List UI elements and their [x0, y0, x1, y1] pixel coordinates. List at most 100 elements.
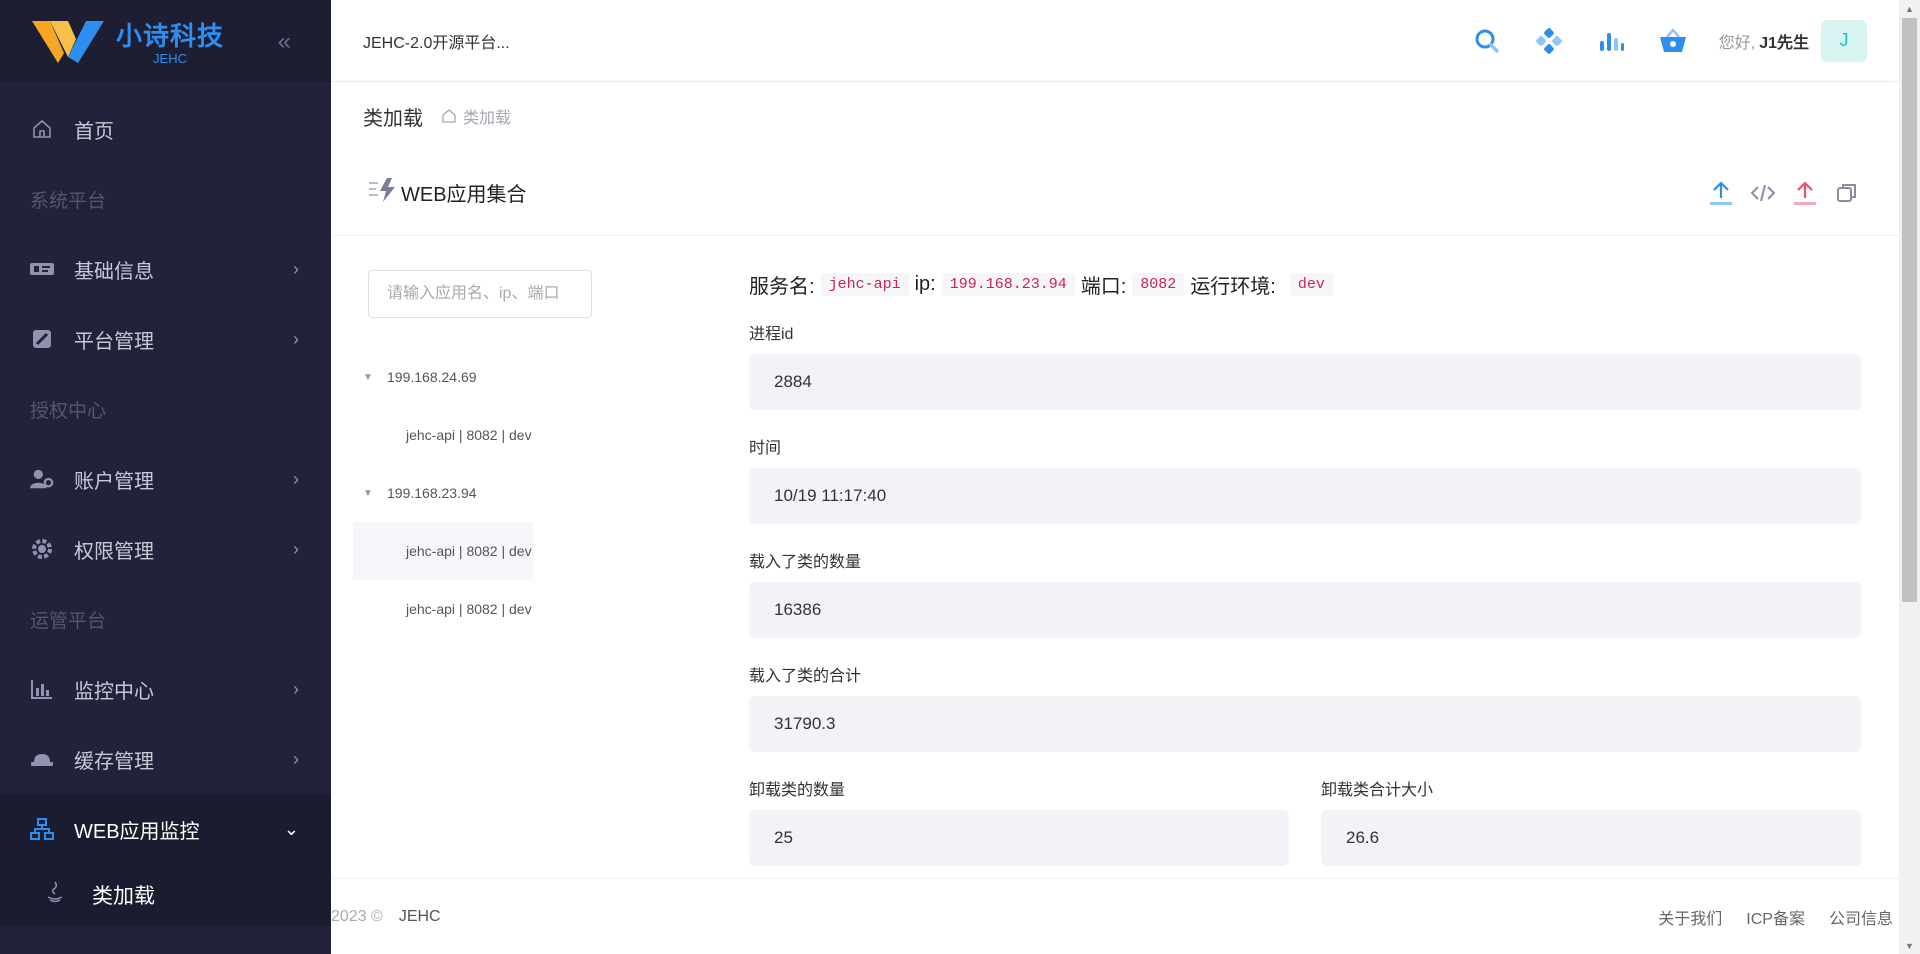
page-title: 类加载	[363, 107, 423, 130]
header-actions: 您好, J1先生 J	[1441, 19, 1867, 62]
sitemap-icon	[30, 818, 54, 840]
unloaded-count-field: 25	[749, 810, 1289, 866]
card-title: WEB应用集合	[401, 184, 527, 206]
time-label: 时间	[749, 440, 782, 457]
time-field: 10/19 11:17:40	[749, 468, 1861, 524]
tree-leaf[interactable]: jehc-api | 8082 | dev	[353, 580, 533, 638]
tools-icon	[30, 328, 54, 350]
env-label: 运行环境:	[1190, 275, 1276, 298]
breadcrumb[interactable]: 类加载	[441, 104, 511, 128]
page-scrollbar[interactable]: ▲ ▼	[1899, 0, 1920, 954]
sidebar-subitem-label: 类加载	[92, 885, 155, 908]
service-label: 服务名:	[749, 275, 815, 298]
service-value: jehc-api	[820, 272, 909, 296]
bolt-icon	[369, 177, 397, 208]
tree-leaf-selected[interactable]: jehc-api | 8082 | dev	[353, 522, 533, 580]
breadcrumb-label: 类加载	[463, 110, 512, 127]
loaded-total-label: 载入了类的合计	[749, 668, 862, 685]
sidebar-subitem-classload[interactable]: 类加载	[0, 864, 331, 926]
chevron-down-icon: ⌄	[283, 818, 299, 839]
basket-icon[interactable]	[1657, 25, 1689, 57]
tree-node-ip[interactable]: ▼ 199.168.24.69	[353, 348, 533, 406]
header-title: JEHC-2.0开源平台...	[363, 34, 510, 52]
chevron-right-icon: ›	[293, 468, 299, 489]
footer-link-company[interactable]: 公司信息	[1829, 905, 1893, 929]
chevron-right-icon: ›	[293, 748, 299, 769]
unloaded-count-col: 卸载类的数量 25	[749, 752, 1289, 866]
footer-link-about[interactable]: 关于我们	[1658, 905, 1722, 929]
sidebar: 小诗科技 JEHC « 首页 系统平台 基础信息 › 平台管理 › 授权中心 账…	[0, 0, 331, 954]
detail-panel: 服务名: jehc-api ip: 199.168.23.94 端口: 8082…	[749, 266, 1861, 866]
logo-text: 小诗科技 JEHC	[116, 16, 224, 66]
service-info-line: 服务名: jehc-api ip: 199.168.23.94 端口: 8082…	[749, 266, 1861, 302]
sidebar-item-platform[interactable]: 平台管理 ›	[0, 304, 331, 374]
sidebar-item-home[interactable]: 首页	[0, 94, 331, 164]
sidebar-item-account[interactable]: 账户管理 ›	[0, 444, 331, 514]
sidebar-item-label: 账户管理	[74, 470, 154, 493]
id-card-icon	[30, 258, 54, 280]
stats-icon[interactable]	[1595, 25, 1627, 57]
tree-node-ip[interactable]: ▼ 199.168.23.94	[353, 464, 533, 522]
home-icon	[30, 118, 54, 140]
username: J1先生	[1759, 34, 1809, 52]
copyright-text: 2023 ©	[331, 907, 383, 925]
loaded-count-label: 载入了类的数量	[749, 554, 862, 571]
section-ops: 运管平台	[30, 610, 107, 632]
sidebar-item-label: 平台管理	[74, 330, 154, 353]
unloaded-size-label: 卸载类合计大小	[1321, 782, 1434, 799]
sidebar-item-label: 基础信息	[74, 260, 154, 283]
search-input[interactable]	[368, 270, 592, 318]
card-tools	[1693, 179, 1861, 207]
sidebar-item-webapp[interactable]: WEB应用监控 ⌄	[0, 794, 331, 864]
upload-icon[interactable]	[1707, 179, 1735, 207]
sidebar-item-basic-info[interactable]: 基础信息 ›	[0, 234, 331, 304]
logo-bar: 小诗科技 JEHC «	[0, 0, 331, 82]
copy-icon[interactable]	[1833, 179, 1861, 207]
chevron-right-icon: ›	[293, 538, 299, 559]
sidebar-item-monitor[interactable]: 监控中心 ›	[0, 654, 331, 724]
gear-icon	[30, 538, 54, 560]
avatar[interactable]: J	[1821, 19, 1867, 62]
cloud-icon	[30, 748, 54, 770]
ip-label: ip:	[914, 272, 936, 295]
sidebar-item-permission[interactable]: 权限管理 ›	[0, 514, 331, 584]
collapse-sidebar-icon[interactable]: «	[278, 28, 291, 56]
sidebar-nav: 首页 系统平台 基础信息 › 平台管理 › 授权中心 账户管理 › 权限管理 ›…	[0, 82, 331, 926]
port-value: 8082	[1132, 272, 1185, 296]
card-header: WEB应用集合	[331, 150, 1899, 236]
chevron-right-icon: ›	[293, 678, 299, 699]
logo-title: 小诗科技	[116, 21, 225, 51]
caret-down-icon[interactable]: ▼	[363, 488, 377, 499]
unloaded-count-label: 卸载类的数量	[749, 782, 846, 799]
footer: 2023 © JEHC 关于我们 ICP备案 公司信息	[331, 878, 1899, 954]
user-gear-icon	[30, 468, 54, 490]
ip-value: 199.168.23.94	[941, 272, 1075, 296]
sidebar-item-label: 权限管理	[74, 540, 154, 563]
caret-down-icon[interactable]: ▼	[363, 372, 377, 383]
tree-leaf[interactable]: jehc-api | 8082 | dev	[353, 406, 533, 464]
tree-leaf-label: jehc-api | 8082 | dev	[406, 543, 532, 559]
scroll-up-icon[interactable]: ▲	[1899, 0, 1920, 17]
pid-label: 进程id	[749, 326, 794, 343]
bar-chart-icon	[30, 678, 54, 700]
breadcrumb-bar: 类加载 类加载	[331, 82, 1899, 150]
section-auth: 授权中心	[30, 400, 107, 422]
sidebar-item-cache[interactable]: 缓存管理 ›	[0, 724, 331, 794]
export-icon[interactable]	[1791, 179, 1819, 207]
scroll-thumb[interactable]	[1902, 18, 1917, 602]
copyright: 2023 © JEHC	[331, 908, 441, 926]
footer-link-icp[interactable]: ICP备案	[1746, 905, 1805, 929]
tree-node-label: 199.168.23.94	[387, 485, 477, 501]
scroll-down-icon[interactable]: ▼	[1899, 937, 1920, 954]
loaded-total-field: 31790.3	[749, 696, 1861, 752]
chevron-right-icon: ›	[293, 258, 299, 279]
top-header: JEHC-2.0开源平台... 您好, J1先生 J	[331, 0, 1899, 82]
greeting-text: 您好,	[1718, 34, 1756, 52]
code-icon[interactable]	[1749, 179, 1777, 207]
tree-leaf-label: jehc-api | 8082 | dev	[406, 427, 532, 443]
apps-icon[interactable]	[1533, 25, 1565, 57]
footer-links: 关于我们 ICP备案 公司信息	[1634, 905, 1893, 929]
env-value: dev	[1289, 272, 1333, 296]
search-icon[interactable]	[1471, 25, 1503, 57]
sidebar-item-label: 监控中心	[74, 680, 154, 703]
